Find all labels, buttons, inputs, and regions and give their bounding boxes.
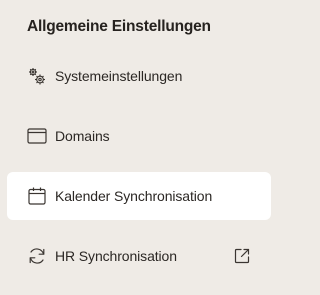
settings-nav: Systemeinstellungen Domains Kalender Syn… [7,52,271,292]
browser-window-icon [26,125,48,147]
nav-item-label: Domains [55,128,110,144]
calendar-icon [26,185,48,207]
nav-item-domains[interactable]: Domains [7,112,271,160]
section-heading: Allgemeine Einstellungen [27,18,211,35]
nav-item-kalender-synchronisation[interactable]: Kalender Synchronisation [7,172,271,220]
gears-icon [26,65,48,87]
sync-arrows-icon [26,245,48,267]
nav-item-label: Systemeinstellungen [55,68,183,84]
nav-item-label: Kalender Synchronisation [55,188,213,204]
nav-item-label: HR Synchronisation [55,248,177,264]
nav-item-hr-synchronisation[interactable]: HR Synchronisation [7,232,271,280]
nav-item-systemeinstellungen[interactable]: Systemeinstellungen [7,52,271,100]
external-link-icon[interactable] [232,246,252,266]
